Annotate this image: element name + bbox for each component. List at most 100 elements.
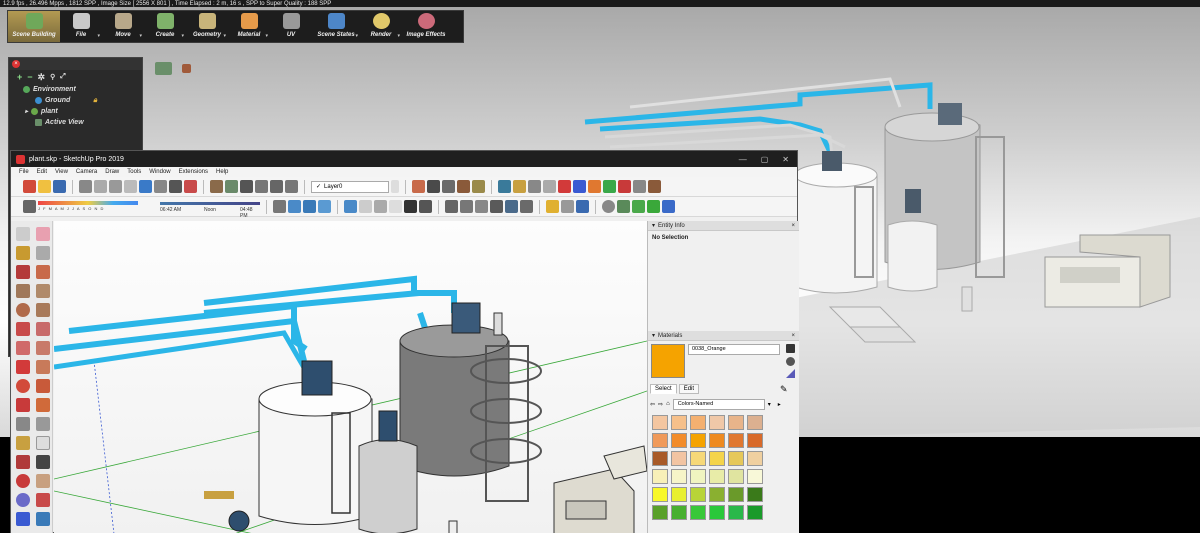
sandbox-red2-icon[interactable]: [618, 180, 631, 193]
sample-paint-icon[interactable]: ✎: [780, 384, 788, 395]
create-material-icon[interactable]: [786, 357, 795, 366]
entity-info-header[interactable]: ▾ Entity Info ×: [648, 221, 799, 231]
minimize-icon[interactable]: —: [739, 155, 747, 164]
move-button[interactable]: Move ▾: [102, 11, 144, 42]
uv-button[interactable]: UV: [270, 11, 312, 42]
color-swatch[interactable]: [747, 505, 763, 520]
plugin-icon[interactable]: [662, 200, 675, 213]
create-button[interactable]: Create ▾: [144, 11, 186, 42]
text-icon[interactable]: [36, 436, 50, 450]
color-swatch[interactable]: [652, 433, 668, 448]
geometry-button[interactable]: Geometry ▾: [186, 11, 228, 42]
rotated-rect-icon[interactable]: [36, 284, 50, 298]
protractor-icon[interactable]: [16, 436, 30, 450]
color-swatch[interactable]: [709, 433, 725, 448]
menu-view[interactable]: View: [55, 169, 68, 175]
front-view-icon[interactable]: [240, 180, 253, 193]
menu-window[interactable]: Window: [149, 169, 170, 175]
back-icon[interactable]: ⇦: [650, 401, 655, 408]
color-swatch[interactable]: [690, 487, 706, 502]
polygon-icon[interactable]: [36, 303, 50, 317]
menu-draw[interactable]: Draw: [105, 169, 119, 175]
search-icon[interactable]: ⚲: [50, 73, 55, 81]
style-icon[interactable]: [472, 180, 485, 193]
menu-tools[interactable]: Tools: [127, 169, 141, 175]
left-view-icon[interactable]: [285, 180, 298, 193]
color-swatch[interactable]: [671, 505, 687, 520]
file-button[interactable]: File ▾: [60, 11, 102, 42]
outliner-icon[interactable]: [490, 200, 503, 213]
zoom-extents-icon[interactable]: [16, 512, 30, 526]
color-swatch[interactable]: [747, 433, 763, 448]
menu-edit[interactable]: Edit: [37, 169, 47, 175]
color-swatch[interactable]: [728, 469, 744, 484]
color-swatch[interactable]: [709, 451, 725, 466]
circle-icon[interactable]: [16, 303, 30, 317]
color-swatch[interactable]: [652, 487, 668, 502]
color-swatch[interactable]: [671, 451, 687, 466]
close-icon[interactable]: ×: [791, 223, 799, 229]
hidden-line-icon[interactable]: [344, 200, 357, 213]
color-swatch[interactable]: [709, 505, 725, 520]
solid-trim-icon[interactable]: [528, 180, 541, 193]
warehouse-cube-icon[interactable]: [546, 200, 559, 213]
xray-icon[interactable]: [288, 200, 301, 213]
current-material-swatch[interactable]: [651, 344, 685, 378]
position-camera-icon[interactable]: [36, 512, 50, 526]
sandbox-gray-icon[interactable]: [633, 180, 646, 193]
color-swatch[interactable]: [747, 469, 763, 484]
solid-tools-icon[interactable]: [505, 200, 518, 213]
menu-file[interactable]: File: [19, 169, 29, 175]
axes-icon[interactable]: [16, 455, 30, 469]
print-icon[interactable]: [169, 180, 182, 193]
close-icon[interactable]: ×: [791, 333, 799, 339]
image-effects-button[interactable]: Image Effects: [402, 11, 450, 42]
add-icon[interactable]: +: [17, 72, 22, 82]
remove-icon[interactable]: −: [27, 72, 32, 82]
monochrome-icon[interactable]: [389, 200, 402, 213]
lock-icon[interactable]: 🔒︎: [93, 97, 97, 105]
pie-icon[interactable]: [36, 322, 50, 336]
zoom-window-icon[interactable]: [36, 493, 50, 507]
sandbox-red-icon[interactable]: [558, 180, 571, 193]
home-icon[interactable]: ⌂: [666, 401, 670, 407]
right-view-icon[interactable]: [255, 180, 268, 193]
tab-edit[interactable]: Edit: [678, 384, 700, 394]
extension-icon[interactable]: [442, 180, 455, 193]
color-swatch[interactable]: [709, 469, 725, 484]
chevron-down-icon[interactable]: ▾: [768, 401, 771, 408]
tree-item-environment[interactable]: Environment: [23, 84, 142, 95]
intersect-icon[interactable]: [520, 200, 533, 213]
paste-icon[interactable]: [109, 180, 122, 193]
undo-icon[interactable]: [139, 180, 152, 193]
color-swatch[interactable]: [728, 505, 744, 520]
walk-icon[interactable]: [273, 200, 286, 213]
color-swatch[interactable]: [652, 469, 668, 484]
render-button[interactable]: Render ▾: [360, 11, 402, 42]
close-icon[interactable]: ×: [12, 60, 20, 68]
menu-camera[interactable]: Camera: [76, 169, 97, 175]
color-swatch[interactable]: [652, 451, 668, 466]
default-material-icon[interactable]: [786, 369, 795, 378]
erase-icon[interactable]: [124, 180, 137, 193]
open-icon[interactable]: [38, 180, 51, 193]
close-icon[interactable]: ✕: [782, 155, 789, 164]
select-icon[interactable]: [16, 227, 30, 241]
color-swatch[interactable]: [728, 487, 744, 502]
new-icon[interactable]: [23, 180, 36, 193]
color-swatch[interactable]: [709, 415, 725, 430]
shadows-icon[interactable]: [23, 200, 36, 213]
color-swatch[interactable]: [671, 487, 687, 502]
eraser-icon[interactable]: [36, 227, 50, 241]
3d-text-icon[interactable]: [36, 455, 50, 469]
back-edges-icon[interactable]: [303, 200, 316, 213]
cut-icon[interactable]: [79, 180, 92, 193]
light-icon[interactable]: ✲: [38, 72, 46, 83]
material-button[interactable]: Material ▾: [228, 11, 270, 42]
warehouse-icon[interactable]: [427, 180, 440, 193]
push-pull-icon[interactable]: [36, 360, 50, 374]
back-view-icon[interactable]: [270, 180, 283, 193]
details-icon[interactable]: ▸: [778, 401, 781, 408]
shadow-month-slider[interactable]: J F M A M J J A S O N D: [38, 200, 158, 214]
recycle-icon[interactable]: [647, 200, 660, 213]
